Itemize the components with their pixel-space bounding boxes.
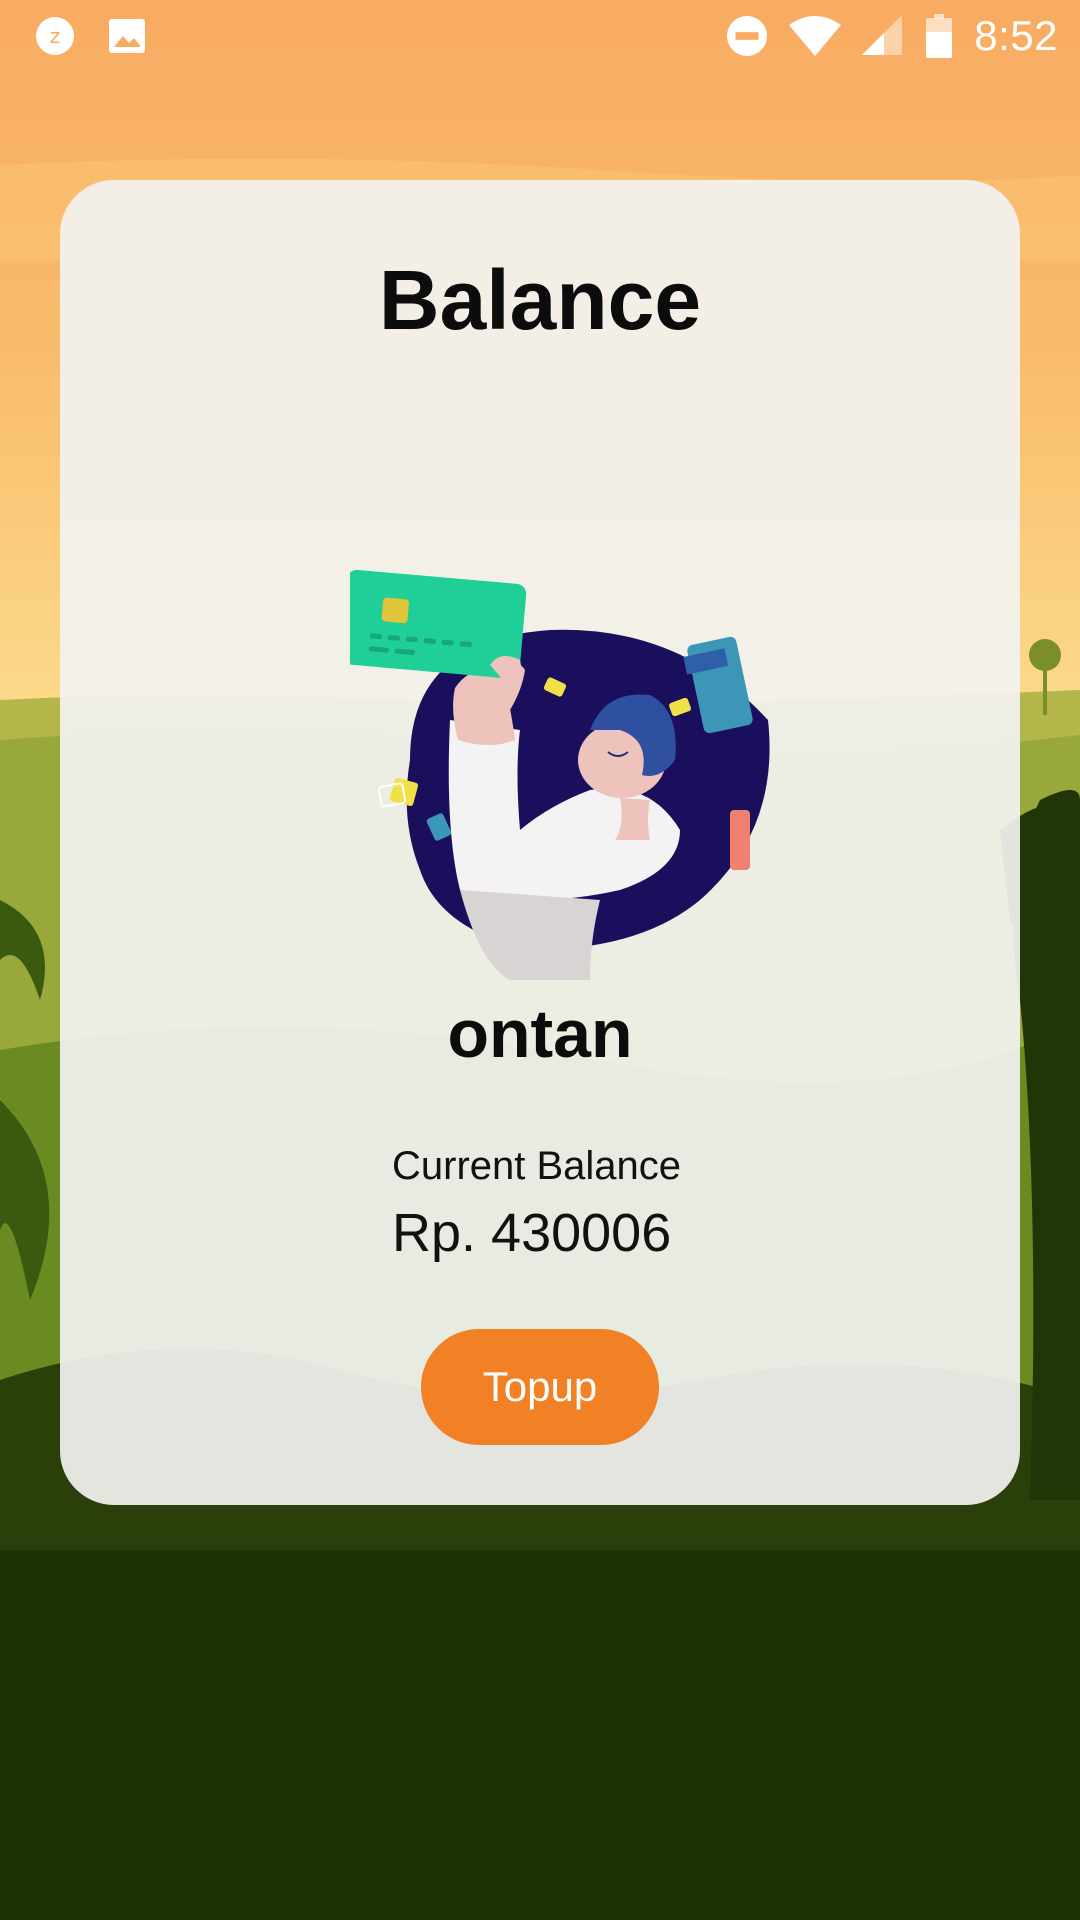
status-time: 8:52 <box>974 12 1058 59</box>
cellular-signal-icon <box>862 15 904 57</box>
do-not-disturb-icon <box>726 15 768 57</box>
image-icon <box>106 15 148 57</box>
username: ontan <box>447 996 633 1072</box>
topup-button[interactable]: Topup <box>421 1329 659 1445</box>
battery-icon <box>924 14 954 58</box>
wifi-icon <box>788 15 842 57</box>
current-balance-label: Current Balance <box>392 1144 682 1188</box>
status-bar: z 8:52 <box>0 0 1080 72</box>
notification-z-icon: z <box>34 15 76 57</box>
svg-text:z: z <box>50 24 61 48</box>
page-title: Balance <box>378 253 702 347</box>
current-balance-value: Rp. 430006 <box>392 1203 672 1263</box>
person-holding-card-illustration <box>350 570 770 980</box>
